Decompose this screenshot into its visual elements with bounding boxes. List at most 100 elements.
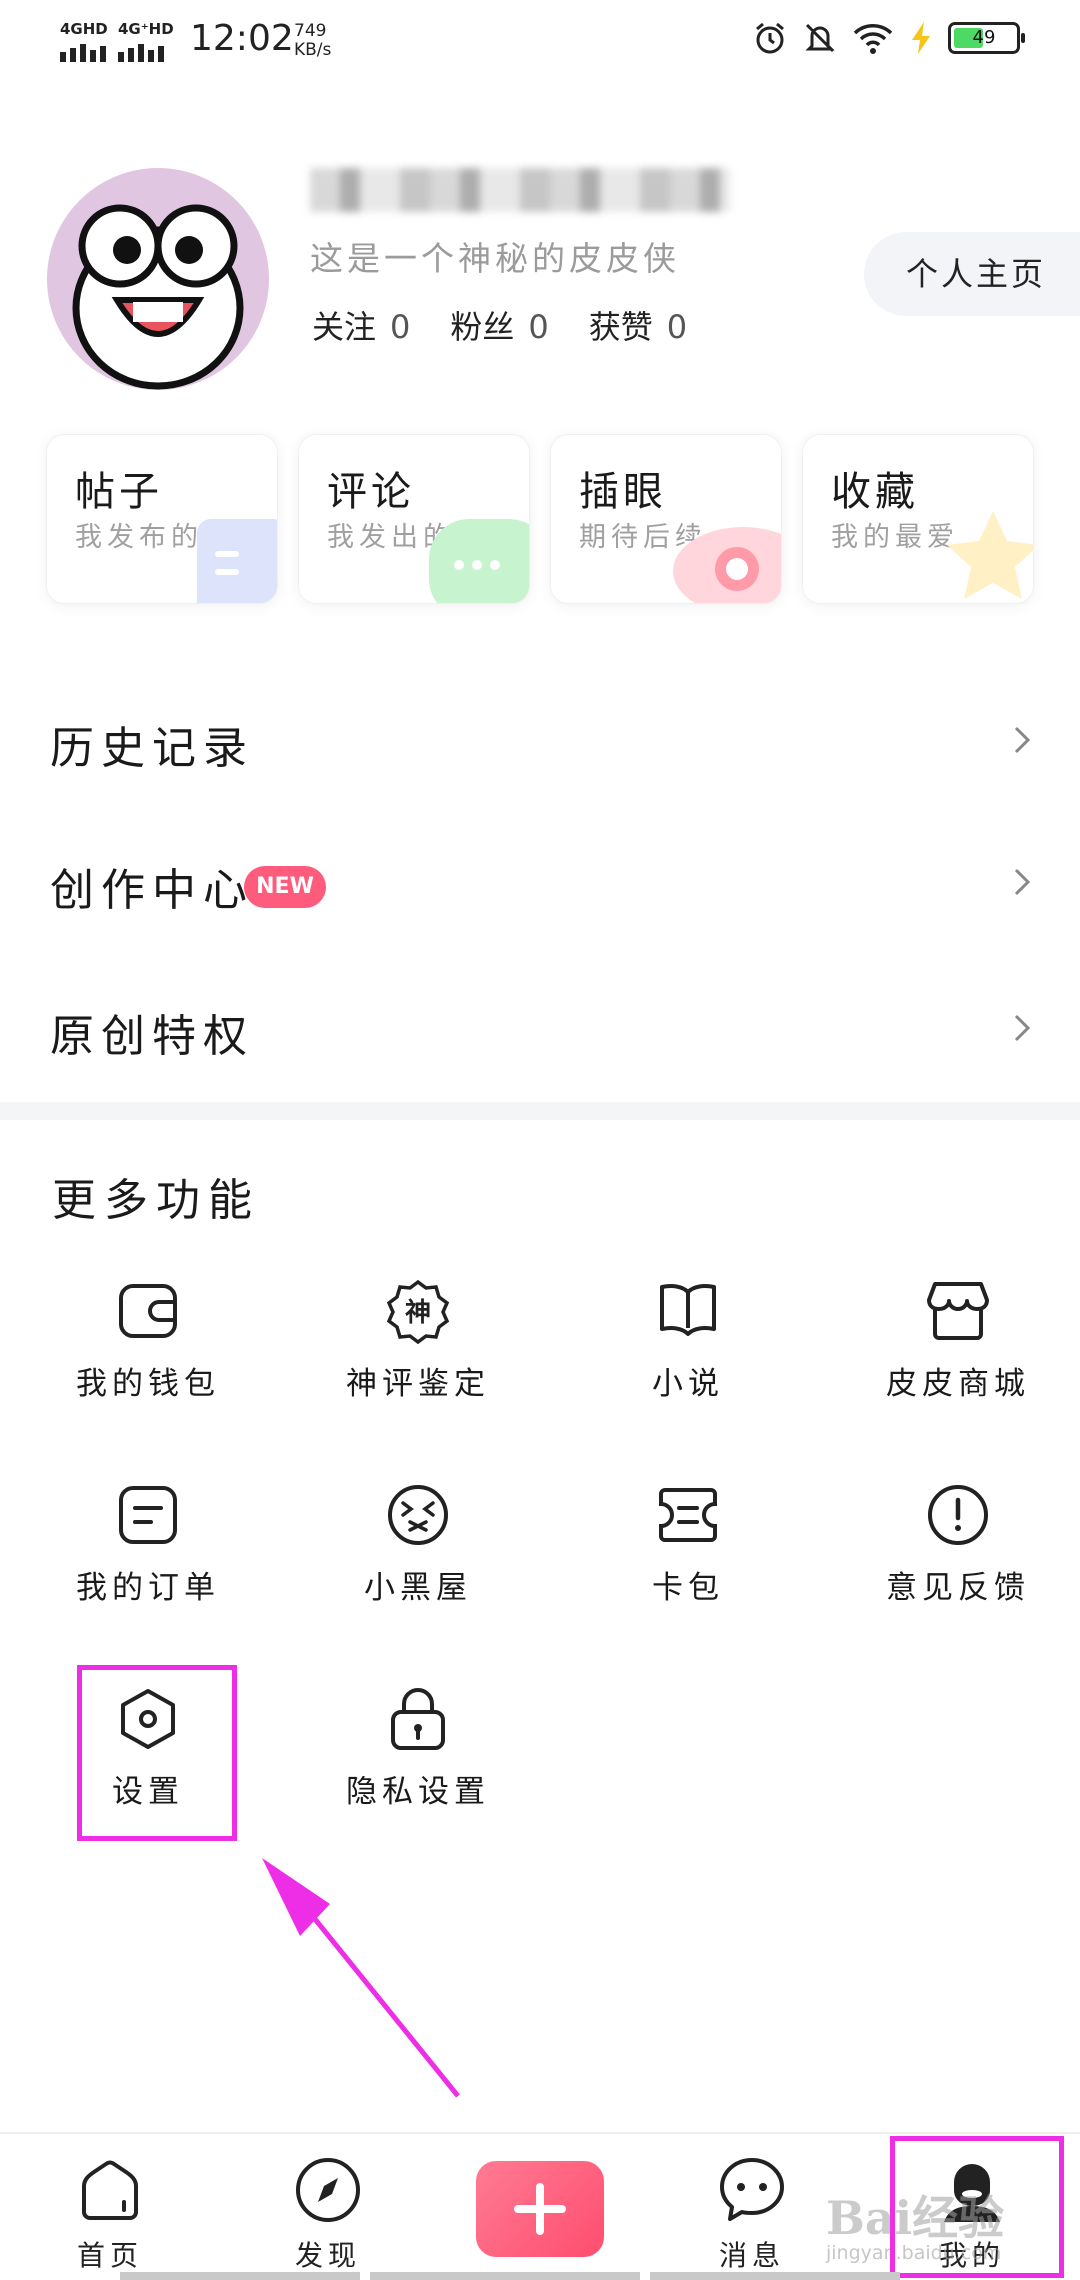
feature-label: 皮皮商城 <box>886 1366 1030 1402</box>
avatar[interactable] <box>47 168 269 390</box>
nav-indicator-bar <box>650 2272 900 2280</box>
stat-label: 粉丝 <box>450 308 515 346</box>
new-badge: NEW <box>244 866 326 908</box>
card-title: 帖子 <box>75 469 163 515</box>
card-favorites[interactable]: 收藏 我的最爱 <box>802 434 1034 604</box>
feedback-icon <box>928 1485 988 1545</box>
nav-indicator-bar <box>370 2272 640 2280</box>
chat-icon <box>720 2158 784 2221</box>
nav-discover[interactable]: 发现 <box>258 2134 398 2280</box>
chevron-right-icon <box>1014 868 1031 896</box>
speed-unit: KB/s <box>294 40 332 60</box>
card-subtitle: 我发布的 <box>75 522 203 553</box>
charging-icon <box>912 22 930 54</box>
mute-bell-icon <box>805 23 835 53</box>
feature-privacy[interactable]: 隐私设置 <box>283 1686 553 1836</box>
battery-icon: 49 <box>948 22 1025 54</box>
stat-label: 关注 <box>312 308 377 346</box>
signal-bars-2-icon <box>118 44 164 62</box>
menu-history[interactable]: 历史记录 <box>0 690 1080 790</box>
feature-label: 小黑屋 <box>364 1570 472 1606</box>
settings-highlight-box <box>77 1665 237 1841</box>
feature-label: 我的订单 <box>76 1570 220 1606</box>
seal-icon: 神 <box>386 1279 450 1344</box>
nav-indicator-bar <box>120 2272 360 2280</box>
profile-stats: 关注 0 粉丝 0 获赞 0 <box>312 302 687 348</box>
order-icon <box>119 1486 177 1544</box>
nav-label: 消息 <box>718 2239 785 2272</box>
feature-feedback[interactable]: 意见反馈 <box>823 1482 1080 1632</box>
menu-label: 历史记录 <box>50 723 254 774</box>
card-title: 插眼 <box>579 469 667 515</box>
card-posts[interactable]: 帖子 我发布的 <box>46 434 278 604</box>
card-icon <box>659 1488 717 1542</box>
dizzy-face-icon <box>388 1485 448 1545</box>
card-comments[interactable]: 评论 我发出的 <box>298 434 530 604</box>
quick-cards: 帖子 我发布的 评论 我发出的 插眼 期待后续 收藏 我的最爱 <box>46 434 1036 604</box>
chevron-right-icon <box>1014 1014 1031 1042</box>
network-label-1: 4GHD <box>60 20 108 38</box>
bio-text: 这是一个神秘的皮皮侠 <box>310 239 680 278</box>
stat-fans[interactable]: 粉丝 0 <box>450 302 548 348</box>
card-bookmark-eye[interactable]: 插眼 期待后续 <box>550 434 782 604</box>
feature-label: 我的钱包 <box>76 1366 220 1402</box>
menu-original-privilege[interactable]: 原创特权 <box>0 978 1080 1078</box>
feature-label: 神评鉴定 <box>346 1366 490 1402</box>
status-icons: 49 <box>752 20 1025 56</box>
feature-label: 小说 <box>652 1366 724 1402</box>
more-features-title: 更多功能 <box>52 1175 260 1226</box>
feature-black-room[interactable]: 小黑屋 <box>283 1482 553 1632</box>
stat-following[interactable]: 关注 0 <box>312 302 410 348</box>
star-icon <box>947 511 1033 599</box>
card-title: 评论 <box>327 469 415 515</box>
compass-icon <box>296 2158 360 2222</box>
post-doc-icon <box>197 519 277 603</box>
feature-novel[interactable]: 小说 <box>553 1278 823 1428</box>
speed-value: 749 <box>294 21 327 41</box>
signal-bars-1-icon <box>60 44 106 62</box>
feature-label: 卡包 <box>652 1570 724 1606</box>
wallet-icon <box>119 1284 177 1338</box>
network-label-2: 4G⁺HD <box>118 20 174 38</box>
status-bar: 4GHD 4G⁺HD 12:02 749 KB/s 49 <box>0 0 1080 80</box>
nav-label: 首页 <box>76 2239 143 2272</box>
feature-wallet[interactable]: 我的钱包 <box>13 1278 283 1428</box>
menu-creator-center[interactable]: 创作中心 NEW <box>0 832 1080 932</box>
home-icon <box>82 2160 138 2220</box>
battery-level: 49 <box>972 27 996 48</box>
nav-home[interactable]: 首页 <box>40 2134 180 2280</box>
stat-value: 0 <box>528 308 549 346</box>
menu-label: 原创特权 <box>50 1011 254 1062</box>
stat-value: 0 <box>390 308 411 346</box>
feature-label: 隐私设置 <box>346 1774 490 1810</box>
eye-icon <box>673 527 781 603</box>
stat-value: 0 <box>666 308 688 346</box>
seal-glyph: 神 <box>405 1298 431 1328</box>
nav-label: 发现 <box>294 2239 361 2272</box>
feature-card-pack[interactable]: 卡包 <box>553 1482 823 1632</box>
alarm-icon <box>756 22 784 54</box>
card-title: 收藏 <box>831 469 919 515</box>
nav-messages[interactable]: 消息 <box>682 2134 822 2280</box>
plus-icon <box>514 2183 566 2235</box>
wifi-icon <box>853 24 893 54</box>
menu-label: 创作中心 <box>50 865 254 916</box>
clock: 12:02 <box>190 18 294 59</box>
shop-icon <box>927 1282 989 1340</box>
username-blurred <box>310 168 730 218</box>
frog-face-icon <box>72 204 244 390</box>
feature-label: 意见反馈 <box>886 1570 1030 1606</box>
feature-orders[interactable]: 我的订单 <box>13 1482 283 1632</box>
publish-plus-button[interactable] <box>476 2161 604 2257</box>
feature-god-comment[interactable]: 神 神评鉴定 <box>283 1278 553 1428</box>
mine-tab-highlight-box <box>890 2136 1064 2278</box>
chevron-right-icon <box>1014 726 1031 754</box>
stat-likes[interactable]: 获赞 0 <box>589 302 687 348</box>
section-divider <box>0 1102 1080 1120</box>
personal-homepage-button[interactable]: 个人主页 <box>864 232 1080 316</box>
feature-shop[interactable]: 皮皮商城 <box>823 1278 1080 1428</box>
book-icon <box>660 1284 716 1336</box>
lock-icon <box>391 1688 445 1750</box>
network-speed: 749 KB/s <box>294 22 331 60</box>
stat-label: 获赞 <box>588 308 653 346</box>
